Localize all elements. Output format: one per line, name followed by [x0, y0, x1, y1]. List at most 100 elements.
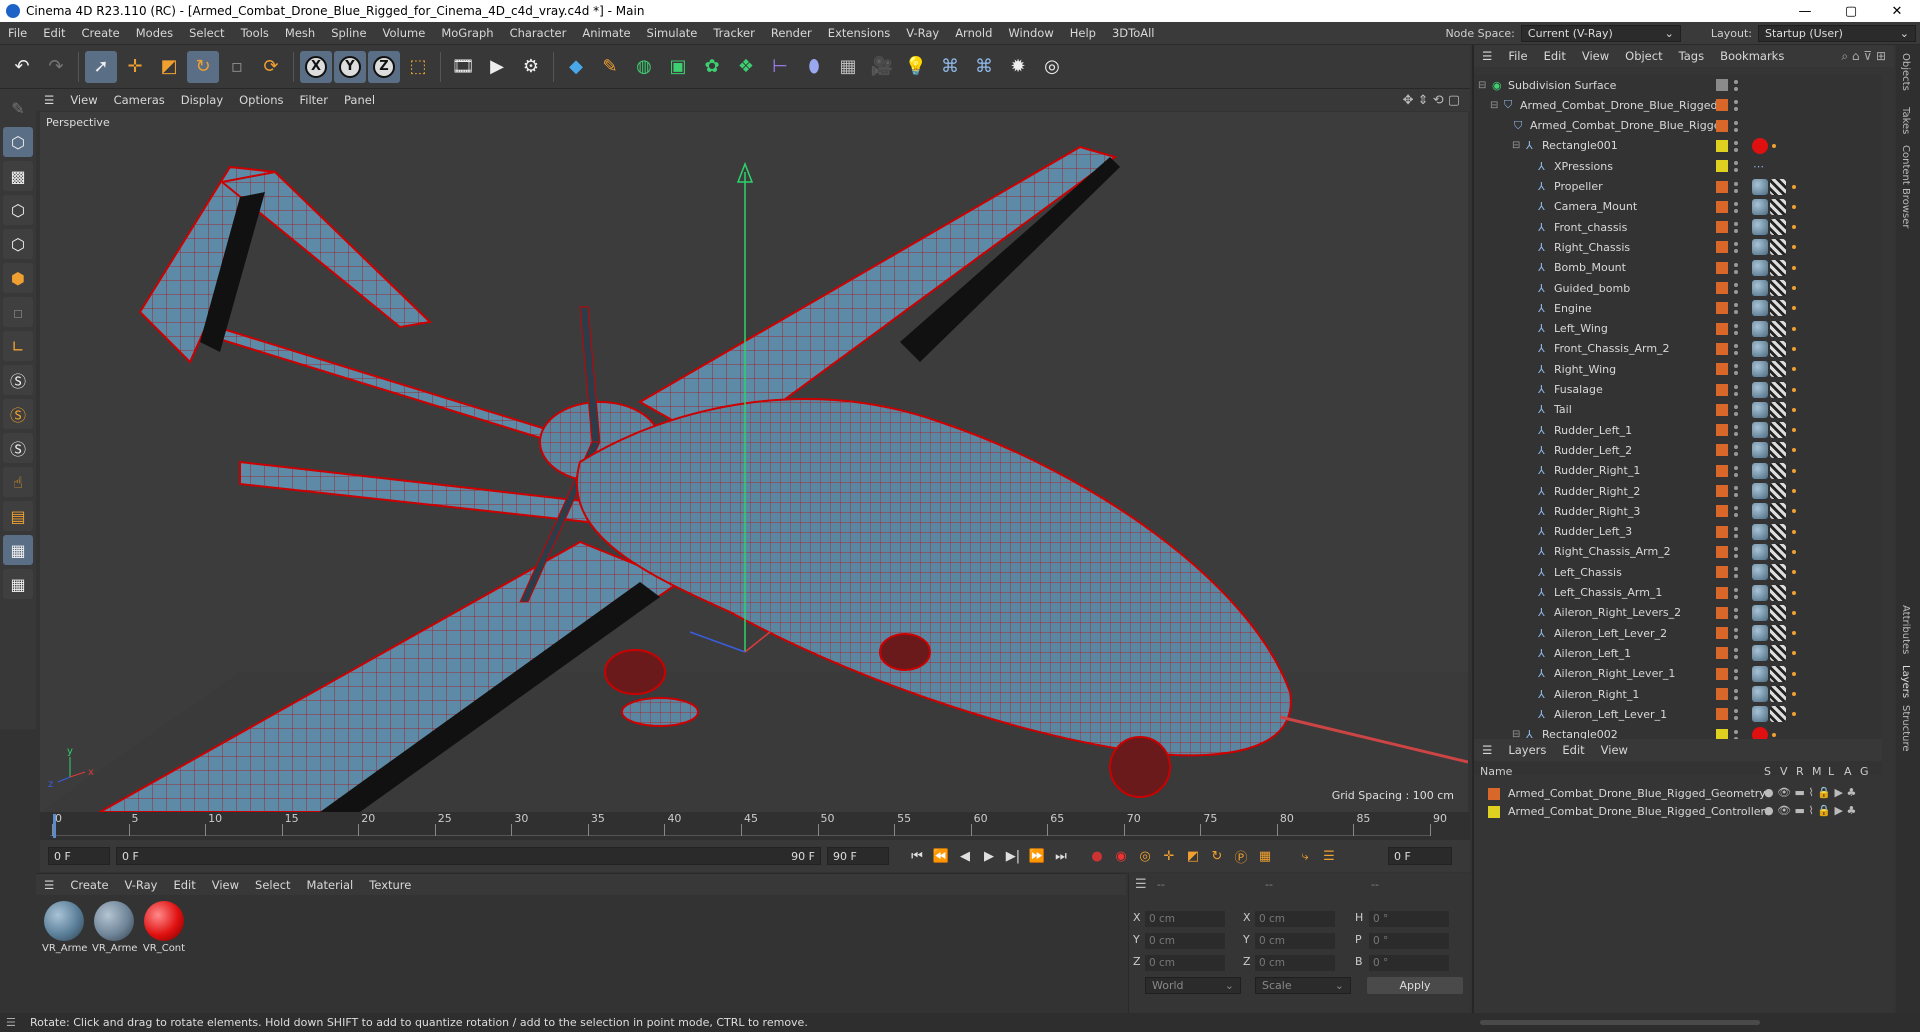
editor-visibility-dot[interactable] — [1734, 628, 1738, 633]
layer-scrollbar[interactable] — [1480, 1020, 1760, 1025]
layer-color-swatch[interactable] — [1716, 586, 1728, 599]
menu-simulate[interactable]: Simulate — [639, 26, 706, 40]
material-tag-icon[interactable] — [1752, 564, 1768, 581]
next-key-icon[interactable]: ⏩ — [1025, 844, 1049, 868]
layer-color-swatch[interactable] — [1716, 119, 1728, 132]
texture-tag-icon[interactable] — [1770, 219, 1786, 236]
workplane-icon[interactable]: ▤ — [3, 501, 33, 531]
editor-visibility-dot[interactable] — [1734, 100, 1738, 105]
texture-tag-icon[interactable] — [1770, 686, 1786, 702]
mat-menu-texture[interactable]: Texture — [361, 878, 419, 892]
maximize-button[interactable]: ▢ — [1828, 0, 1874, 22]
menu-help[interactable]: Help — [1062, 26, 1104, 40]
mat-menu-create[interactable]: Create — [62, 878, 116, 892]
workplane-align-icon[interactable]: ▦ — [3, 569, 33, 599]
editor-visibility-dot[interactable] — [1734, 607, 1738, 612]
menu-select[interactable]: Select — [181, 26, 232, 40]
layer-color-swatch[interactable] — [1716, 383, 1728, 396]
texture-tag-icon[interactable] — [1770, 503, 1786, 520]
texture-tag-icon[interactable] — [1770, 625, 1786, 642]
layer-color-swatch[interactable] — [1716, 200, 1728, 213]
expand-toggle-icon[interactable]: ⊟ — [1478, 80, 1486, 91]
constraint-tag-icon[interactable] — [1792, 692, 1796, 696]
material-tag-icon[interactable] — [1752, 422, 1768, 439]
3d-viewport[interactable]: y x z Perspective Grid Spacing : 100 cm — [40, 112, 1468, 812]
render-visibility-dot[interactable] — [1734, 188, 1738, 193]
size-z-field[interactable]: 0 cm — [1255, 955, 1335, 971]
object-row[interactable]: ⅄ Fusalage — [1474, 380, 1882, 400]
material-tag-icon[interactable] — [1752, 523, 1768, 540]
uv-mode-icon[interactable]: ▫ — [3, 297, 33, 327]
editor-visibility-dot[interactable] — [1734, 140, 1738, 145]
render-visibility-dot[interactable] — [1734, 330, 1738, 335]
hamburger-icon[interactable]: ☰ — [1474, 743, 1500, 757]
layer-row[interactable]: Armed_Combat_Drone_Blue_Rigged_Controlle… — [1474, 803, 1882, 821]
texture-tag-icon[interactable] — [1770, 381, 1786, 398]
object-row[interactable]: ⊟ ◉ Subdivision Surface — [1474, 75, 1882, 95]
z-axis-icon[interactable]: Z — [368, 50, 400, 83]
render-visibility-dot[interactable] — [1734, 249, 1738, 254]
render-visibility-dot[interactable] — [1734, 635, 1738, 640]
texture-tag-icon[interactable] — [1770, 665, 1786, 682]
layer-color-swatch[interactable] — [1716, 261, 1728, 274]
layer-color-swatch[interactable] — [1716, 180, 1728, 193]
render-visibility-dot[interactable] — [1734, 716, 1738, 721]
expand-toggle-icon[interactable]: ⊟ — [1512, 140, 1520, 151]
tab-content-browser[interactable]: Content Browser — [1900, 145, 1911, 228]
layer-color-swatch[interactable] — [1716, 606, 1728, 619]
constraint-tag-icon[interactable] — [1792, 306, 1796, 311]
editor-visibility-dot[interactable] — [1734, 486, 1738, 490]
render-visibility-dot[interactable] — [1734, 310, 1738, 315]
menu-mograph[interactable]: MoGraph — [433, 26, 501, 40]
render-visibility-dot[interactable] — [1734, 493, 1738, 497]
key-scale-icon[interactable]: ◩ — [1181, 844, 1205, 868]
object-row[interactable]: ⅄ Engine — [1474, 298, 1882, 318]
material-tag-icon[interactable] — [1752, 625, 1768, 642]
editor-visibility-dot[interactable] — [1734, 201, 1738, 206]
obj-menu-file[interactable]: File — [1500, 49, 1535, 63]
object-row[interactable]: ⅄ Left_Chassis_Arm_1 — [1474, 583, 1882, 603]
constraint-tag-icon[interactable] — [1792, 204, 1796, 209]
menu-create[interactable]: Create — [74, 26, 128, 40]
layout-dropdown[interactable]: Startup (User) ⌄ — [1758, 25, 1916, 42]
layer-color-swatch[interactable] — [1716, 688, 1728, 700]
render-visibility-dot[interactable] — [1734, 574, 1738, 579]
camera-icon[interactable]: 🎥 — [866, 51, 898, 83]
render-visibility-dot[interactable] — [1734, 452, 1738, 457]
object-row[interactable]: ⅄ XPressions ⋯ — [1474, 156, 1882, 176]
material-tag-icon[interactable] — [1752, 584, 1768, 601]
texture-tag-icon[interactable] — [1770, 584, 1786, 601]
texture-tag-icon[interactable] — [1770, 178, 1786, 195]
layer-menu-edit[interactable]: Edit — [1554, 743, 1592, 757]
material-tag-icon[interactable] — [1752, 320, 1768, 337]
layer-color-swatch[interactable] — [1716, 505, 1728, 518]
layer-color-swatch[interactable] — [1716, 627, 1728, 640]
texture-tag-icon[interactable] — [1770, 280, 1786, 296]
constraint-tag-icon[interactable] — [1792, 529, 1796, 534]
material-tag-icon[interactable] — [1752, 300, 1768, 317]
object-search-filter-icons[interactable]: ⌕ ⌂ ⊽ ⊞ — [1841, 49, 1886, 64]
current-frame-field[interactable]: 0 F — [48, 847, 110, 865]
layer-color-swatch[interactable] — [1716, 647, 1728, 660]
python-icon[interactable]: ⌘ — [934, 51, 966, 83]
render-visibility-dot[interactable] — [1734, 411, 1738, 416]
layer-color-swatch[interactable] — [1716, 708, 1728, 721]
go-to-start-icon[interactable]: ⏮ — [905, 844, 929, 868]
hamburger-icon[interactable]: ☰ — [1135, 877, 1147, 892]
xpresso-tag-icon[interactable] — [1772, 143, 1776, 148]
object-row[interactable]: ⅄ Bomb_Mount — [1474, 258, 1882, 278]
constraint-tag-icon[interactable] — [1792, 184, 1796, 189]
editor-visibility-dot[interactable] — [1734, 567, 1738, 572]
hamburger-icon[interactable]: ☰ — [1474, 49, 1500, 63]
material-tag-icon[interactable] — [1752, 219, 1768, 236]
editor-visibility-dot[interactable] — [1734, 80, 1738, 84]
snap-icon[interactable]: Ⓢ — [3, 365, 33, 395]
axis-mode-icon[interactable]: ∟ — [3, 331, 33, 361]
render-visibility-dot[interactable] — [1734, 696, 1738, 700]
material-item[interactable]: VR_Cont — [142, 901, 186, 954]
material-tag-icon[interactable] — [1752, 178, 1768, 195]
constraint-tag-icon[interactable] — [1792, 671, 1796, 676]
layer-color-swatch[interactable] — [1716, 139, 1728, 152]
expand-toggle-icon[interactable]: ⊟ — [1490, 100, 1498, 111]
frame-display-field[interactable]: 0 F — [1388, 847, 1452, 865]
